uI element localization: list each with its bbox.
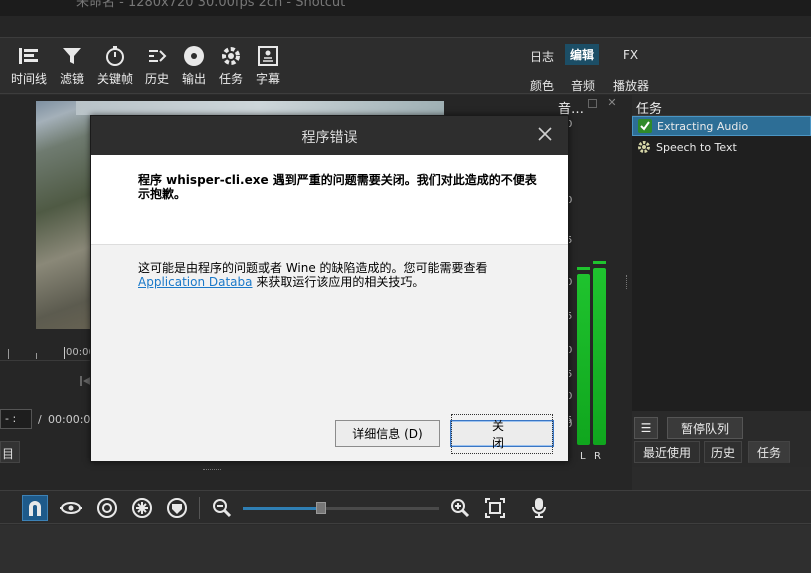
job-item-extracting-audio[interactable]: Extracting Audio [632,116,811,136]
dialog-close-icon[interactable] [534,123,556,145]
subtitles-icon [248,42,288,70]
checkmark-icon [637,118,653,134]
toolbar-divider [199,497,200,519]
layout-tab-player[interactable]: 播放器 [608,75,654,96]
toolbar-timeline-button[interactable]: 时间线 [9,42,49,87]
shotcut-window: { "window": { "title": "未命名 - 1280x720 3… [0,0,811,573]
dialog-title-bar: 程序错误 [91,116,568,155]
channel-label-r: R [594,451,601,462]
layout-tab-fx[interactable]: FX [618,46,643,64]
app-database-link[interactable]: Application Databa [138,275,253,289]
toolbar-subtitles-label: 字幕 [255,72,280,86]
tab-history[interactable]: 历史 [704,441,742,463]
timeline-icon [9,42,49,70]
timeline-toolbar [0,490,811,524]
player-tab-project[interactable]: 目 [0,441,20,463]
keyframes-icon [95,42,135,70]
float-panel-icon[interactable] [588,99,597,108]
close-button-label: 关闭 [451,413,553,454]
pause-queue-button[interactable]: 暂停队列 [667,417,743,439]
details-button[interactable]: 详细信息 (D) [335,420,440,447]
jobs-menu-button[interactable]: ☰ [634,417,658,439]
zoom-fit-icon[interactable] [482,495,508,521]
toolbar-history-button[interactable]: 历史 [137,42,177,87]
dialog-message-area: 程序 whisper-cli.exe 遇到严重的问题需要关闭。我们对此造成的不便… [91,155,568,245]
vertical-splitter[interactable] [626,275,629,289]
detail-suffix: 来获取运行该应用的相关技巧。 [252,275,425,289]
job-item-speech-to-text[interactable]: Speech to Text [632,137,811,157]
layout-tab-color[interactable]: 颜色 [525,75,559,96]
zoom-slider-handle[interactable] [316,502,326,514]
tab-jobs[interactable]: 任务 [748,441,790,463]
jobs-icon [211,42,251,70]
error-dialog: 程序错误 程序 whisper-cli.exe 遇到严重的问题需要关闭。我们对此… [90,115,569,462]
ripple-all-icon[interactable] [129,495,155,521]
position-spinbox[interactable]: - : [0,409,32,429]
toolbar-keyframes-button[interactable]: 关键帧 [95,42,135,87]
main-toolbar: 时间线 滤镜 关键帧 历史 输出 任务 字幕 日志 编辑 FX 颜色 音频 播放… [0,38,811,94]
ripple-icon[interactable] [94,495,120,521]
gear-icon [636,139,652,155]
zoom-in-icon[interactable] [447,495,473,521]
layout-tab-audio[interactable]: 音频 [566,75,600,96]
toolbar-timeline-label: 时间线 [10,72,47,86]
toolbar-filters-button[interactable]: 滤镜 [52,42,92,87]
layout-tab-logging[interactable]: 日志 [525,46,559,67]
zoom-slider[interactable] [243,502,439,514]
zoom-out-icon[interactable] [209,495,235,521]
channel-label-l: L [580,451,586,462]
meter-left-channel [577,274,590,445]
jobs-list: Extracting Audio Speech to Text [632,115,811,411]
export-icon [174,42,214,70]
zoom-slider-fill [243,507,321,510]
job-name: Speech to Text [656,140,737,154]
river-strip [76,101,444,115]
duration-separator: / [38,413,42,426]
close-panel-icon[interactable]: ✕ [606,97,618,109]
filter-icon [52,42,92,70]
record-audio-icon[interactable] [526,495,552,521]
window-title: 未命名 - 1280x720 30.00fps 2ch - Shotcut [76,0,346,10]
peak-left [577,267,590,270]
splitter-handle[interactable] [203,469,221,472]
tab-recent[interactable]: 最近使用 [634,441,700,463]
snap-icon[interactable] [22,495,48,521]
toolbar-keyframes-label: 关键帧 [96,72,133,86]
toolbar-jobs-label: 任务 [218,72,243,86]
jobs-panel: 任务 Extracting Audio Speech to Text ☰ 暂停队… [626,95,811,467]
ripple-markers-icon[interactable] [164,495,190,521]
toolbar-subtitles-button[interactable]: 字幕 [248,42,288,87]
history-icon [137,42,177,70]
toolbar-export-label: 输出 [181,72,206,86]
dialog-title: 程序错误 [301,130,358,146]
peak-right [593,261,606,264]
detail-prefix: 这可能是由程序的问题或者 Wine 的缺陷造成的。您可能需要查看 [138,261,488,275]
toolbar-export-button[interactable]: 输出 [174,42,214,87]
job-name: Extracting Audio [657,119,749,133]
toolbar-filters-label: 滤镜 [59,72,84,86]
menu-bar [0,16,811,38]
error-message: 程序 whisper-cli.exe 遇到严重的问题需要关闭。我们对此造成的不便… [138,173,537,201]
timeline-area [0,525,811,573]
title-bar: 未命名 - 1280x720 30.00fps 2ch - Shotcut [0,0,811,16]
toolbar-jobs-button[interactable]: 任务 [211,42,251,87]
close-button[interactable]: 关闭 [450,413,554,454]
dialog-detail-text: 这可能是由程序的问题或者 Wine 的缺陷造成的。您可能需要查看 Applica… [138,261,538,289]
toolbar-history-label: 历史 [144,72,169,86]
meter-right-channel [593,268,606,445]
scrub-icon[interactable] [58,495,84,521]
layout-tab-editing[interactable]: 编辑 [565,44,600,65]
